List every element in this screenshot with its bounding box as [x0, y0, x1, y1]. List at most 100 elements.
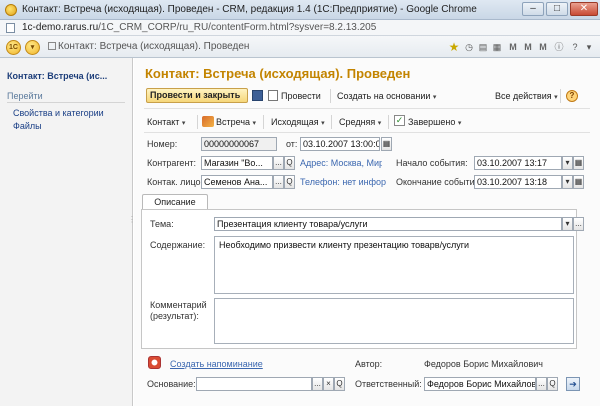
alarm-clock-icon	[148, 356, 161, 369]
info-icon[interactable]: ⓘ	[553, 40, 565, 54]
create-based-on-button[interactable]: Создать на основании ▾	[337, 91, 436, 101]
status-dropdown[interactable]: Завершено ▾	[408, 117, 461, 127]
meeting-kind-dropdown[interactable]: Встреча ▾	[216, 117, 256, 127]
window-list-icon[interactable]	[48, 42, 56, 50]
chevron-down-icon: ▾	[321, 120, 325, 127]
counterparty-open-button[interactable]: Q	[284, 156, 295, 170]
app-menu-button[interactable]: ▾	[25, 40, 40, 55]
page-icon	[6, 23, 15, 33]
toolbar-divider	[144, 132, 590, 133]
end-event-calendar-icon[interactable]: ▦	[573, 175, 584, 189]
responsible-label: Ответственный:	[355, 379, 422, 389]
toolbar-separator	[330, 89, 331, 103]
subject-dropdown[interactable]: ▾	[562, 217, 573, 231]
memory-m-icon[interactable]: M	[507, 40, 519, 54]
contact-person-field[interactable]: Семенов Ана...	[201, 175, 273, 189]
chevron-down-icon: ▾	[30, 44, 35, 51]
responsible-field[interactable]: Федоров Борис Михайлович	[424, 377, 536, 391]
sidebar: Контакт: Встреча (ис... Перейти Свойства…	[0, 58, 133, 406]
priority-dropdown[interactable]: Средняя ▾	[339, 117, 381, 127]
subject-field[interactable]: Презентация клиенту товара/услуги	[214, 217, 562, 231]
app-toolbar: 1С ▾ Контакт: Встреча (исходящая). Прове…	[0, 36, 600, 58]
chevron-down-icon: ▾	[252, 120, 257, 127]
memory-m-minus-icon[interactable]: M	[537, 40, 549, 54]
priority-label: Средняя	[339, 117, 376, 127]
number-label: Номер:	[147, 139, 178, 149]
minimize-button[interactable]: –	[522, 2, 544, 16]
phone-link[interactable]: Телефон: нет инфор...	[300, 177, 386, 187]
start-event-calendar-icon[interactable]: ▦	[573, 156, 584, 170]
help-button[interactable]: ?	[566, 90, 578, 102]
calendar-icon[interactable]: ▦	[491, 40, 503, 54]
save-floppy-icon[interactable]	[252, 90, 263, 101]
calendar-picker-icon[interactable]: ▦	[381, 137, 392, 151]
chevron-down-icon: ▾	[457, 120, 462, 127]
date-field[interactable]: 03.10.2007 13:00:05	[300, 137, 380, 151]
1c-logo-button[interactable]: 1С	[6, 40, 21, 55]
maximize-button[interactable]: □	[546, 2, 568, 16]
basis-field[interactable]	[196, 377, 312, 391]
window-titlebar: Контакт: Встреча (исходящая). Проведен -…	[0, 0, 600, 20]
content-textarea[interactable]: Необходимо призвести клиенту презентацию…	[214, 236, 574, 294]
settings-chevron-icon[interactable]: ▾	[583, 40, 595, 54]
contact-type-label: Контакт	[147, 117, 180, 127]
memory-m-plus-icon[interactable]: M	[522, 40, 534, 54]
sidebar-goto-label: Перейти	[7, 91, 43, 101]
toolbar-separator	[197, 115, 198, 129]
direction-dropdown[interactable]: Исходящая ▾	[271, 117, 325, 127]
history-icon[interactable]: ◷	[463, 40, 475, 54]
start-event-dropdown[interactable]: ▾	[562, 156, 573, 170]
transfer-arrow-icon[interactable]: ➔	[566, 377, 580, 391]
responsible-open-button[interactable]: Q	[547, 377, 558, 391]
end-event-dropdown[interactable]: ▾	[562, 175, 573, 189]
comment-textarea[interactable]	[214, 298, 574, 344]
sidebar-divider	[7, 102, 125, 103]
comment-label: Комментарий (результат):	[150, 300, 207, 321]
window-title: Контакт: Встреча (исходящая). Проведен -…	[22, 4, 477, 15]
contact-person-open-button[interactable]: Q	[284, 175, 295, 189]
create-based-on-label: Создать на основании	[337, 91, 431, 101]
basis-select-button[interactable]: ...	[312, 377, 323, 391]
post-button[interactable]: Провести	[281, 91, 321, 101]
start-event-field[interactable]: 03.10.2007 13:17	[474, 156, 562, 170]
url-host: 1c-demo.rarus.ru	[22, 22, 99, 33]
create-reminder-link[interactable]: Создать напоминание	[170, 359, 263, 369]
content-label: Содержание:	[150, 240, 206, 250]
chrome-app-icon	[5, 4, 17, 16]
counterparty-select-button[interactable]: ...	[273, 156, 284, 170]
contact-person-select-button[interactable]: ...	[273, 175, 284, 189]
calculator-icon[interactable]: ▤	[477, 40, 489, 54]
sidebar-item-properties[interactable]: Свойства и категории	[13, 108, 104, 118]
basis-label: Основание:	[147, 379, 196, 389]
completed-check-icon: ✓	[394, 115, 405, 126]
all-actions-button[interactable]: Все действия ▾	[495, 91, 558, 101]
counterparty-field[interactable]: Магазин "Во...	[201, 156, 273, 170]
chevron-down-icon: ▾	[377, 120, 382, 127]
address-link[interactable]: Адрес: Москва, Мир...	[300, 158, 382, 168]
number-field[interactable]: 00000000067	[201, 137, 277, 151]
counterparty-label: Контрагент:	[147, 158, 197, 168]
contact-type-dropdown[interactable]: Контакт ▾	[147, 117, 185, 127]
post-and-close-button[interactable]: Провести и закрыть	[146, 88, 248, 103]
end-event-field[interactable]: 03.10.2007 13:18	[474, 175, 562, 189]
favorites-star-icon[interactable]: ★	[447, 40, 461, 54]
address-bar[interactable]: 1c-demo.rarus.ru/1C_CRM_CORP/ru_RU/conte…	[0, 20, 600, 36]
chevron-down-icon: ▾	[554, 94, 558, 101]
tab-description[interactable]: Описание	[142, 194, 208, 210]
basis-open-button[interactable]: Q	[334, 377, 345, 391]
basis-clear-button[interactable]: ×	[323, 377, 334, 391]
toolbar-separator	[560, 89, 561, 103]
url-text[interactable]: 1c-demo.rarus.ru/1C_CRM_CORP/ru_RU/conte…	[22, 22, 376, 33]
subject-select-button[interactable]: ...	[573, 217, 584, 231]
current-tab-label[interactable]: Контакт: Встреча (исходящая). Проведен	[58, 41, 249, 52]
contact-person-label: Контак. лицо:	[147, 177, 204, 187]
responsible-select-button[interactable]: ...	[536, 377, 547, 391]
sidebar-title: Контакт: Встреча (ис...	[7, 71, 108, 81]
url-path: /1C_CRM_CORP/ru_RU/contentForm.html?sysv…	[98, 22, 377, 33]
author-value: Федоров Борис Михайлович	[424, 359, 543, 369]
close-button[interactable]: ✕	[570, 2, 598, 16]
sidebar-item-files[interactable]: Файлы	[13, 121, 42, 131]
help-icon[interactable]: ?	[569, 40, 581, 54]
post-document-icon[interactable]	[268, 90, 278, 101]
end-event-label: Окончание события:	[396, 177, 482, 187]
